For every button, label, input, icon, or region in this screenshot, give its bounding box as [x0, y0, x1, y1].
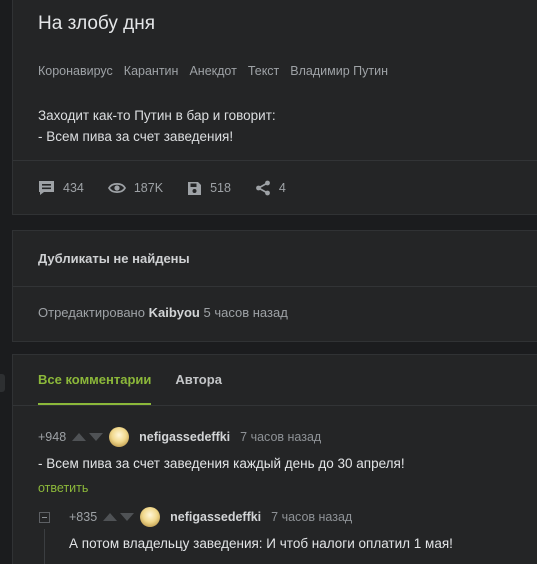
tag-text[interactable]: Текст: [248, 64, 279, 78]
upvote-icon[interactable]: [72, 433, 87, 441]
comment-text: - Всем пива за счет заведения каждый ден…: [38, 456, 405, 471]
duplicates-card: Дубликаты не найдены Отредактировано Kai…: [12, 230, 537, 342]
tag-joke[interactable]: Анекдот: [189, 64, 236, 78]
shares-count: 4: [278, 181, 286, 195]
comment-header: +835 nefigassedeffki 7 часов назад: [69, 507, 352, 527]
divider: [13, 286, 537, 287]
views-count: 187K: [133, 181, 164, 195]
comment-rating: +948: [38, 430, 67, 444]
comment-author[interactable]: nefigassedeffki: [139, 430, 230, 444]
story-tags: Коронавирус Карантин Анекдот Текст Влади…: [38, 64, 388, 78]
divider: [13, 405, 537, 406]
eye-icon: [107, 182, 126, 194]
tag-putin[interactable]: Владимир Путин: [290, 64, 388, 78]
editor-username[interactable]: Kaibyou: [149, 305, 200, 320]
duplicates-title: Дубликаты не найдены: [38, 251, 190, 266]
comment-icon: [39, 181, 54, 195]
comment-rating: +835: [69, 510, 98, 524]
downvote-icon[interactable]: [120, 513, 135, 521]
story-stats: 434 187K 518 4: [38, 180, 310, 196]
views-stat: 187K: [107, 181, 164, 195]
story-card: На злобу дня Коронавирус Карантин Анекдо…: [12, 0, 537, 215]
save-icon: [188, 181, 202, 195]
story-body: Заходит как-то Путин в бар и говорит: - …: [38, 105, 276, 147]
avatar[interactable]: [109, 427, 130, 447]
side-collapse-tab[interactable]: [0, 374, 5, 392]
comment-text: А потом владельцу заведения: И чтоб нало…: [69, 536, 453, 551]
thread-line[interactable]: [44, 529, 45, 564]
reply-link[interactable]: ответить: [38, 481, 88, 495]
tab-all-comments[interactable]: Все комментарии: [38, 355, 152, 405]
comment-header: +948 nefigassedeffki 7 часов назад: [38, 427, 321, 447]
comment-time[interactable]: 7 часов назад: [240, 430, 321, 444]
comments-card: Все комментарии Автора +948 nefigassedef…: [12, 354, 537, 564]
shares-stat[interactable]: 4: [255, 180, 286, 196]
divider: [13, 160, 537, 161]
avatar[interactable]: [140, 507, 161, 527]
edited-time: 5 часов назад: [203, 305, 288, 320]
story-title[interactable]: На злобу дня: [38, 13, 155, 35]
share-icon: [256, 180, 270, 196]
comments-stat[interactable]: 434: [38, 180, 84, 196]
tag-coronavirus[interactable]: Коронавирус: [38, 64, 113, 78]
collapse-thread-button[interactable]: [39, 512, 50, 523]
comments-count: 434: [63, 181, 84, 195]
saves-stat[interactable]: 518: [187, 181, 231, 196]
comment-tabs: Все комментарии Автора: [38, 355, 246, 405]
downvote-icon[interactable]: [89, 433, 104, 441]
comment-time[interactable]: 7 часов назад: [271, 510, 352, 524]
story-text-line: - Всем пива за счет заведения!: [38, 129, 234, 144]
edited-prefix: Отредактировано: [38, 305, 145, 320]
story-text-line: Заходит как-то Путин в бар и говорит:: [38, 108, 276, 123]
tab-author[interactable]: Автора: [175, 355, 222, 405]
saves-count: 518: [210, 181, 231, 195]
upvote-icon[interactable]: [103, 513, 118, 521]
tag-quarantine[interactable]: Карантин: [124, 64, 179, 78]
comment-author[interactable]: nefigassedeffki: [170, 510, 261, 524]
edited-info: Отредактировано Kaibyou 5 часов назад: [38, 305, 288, 320]
